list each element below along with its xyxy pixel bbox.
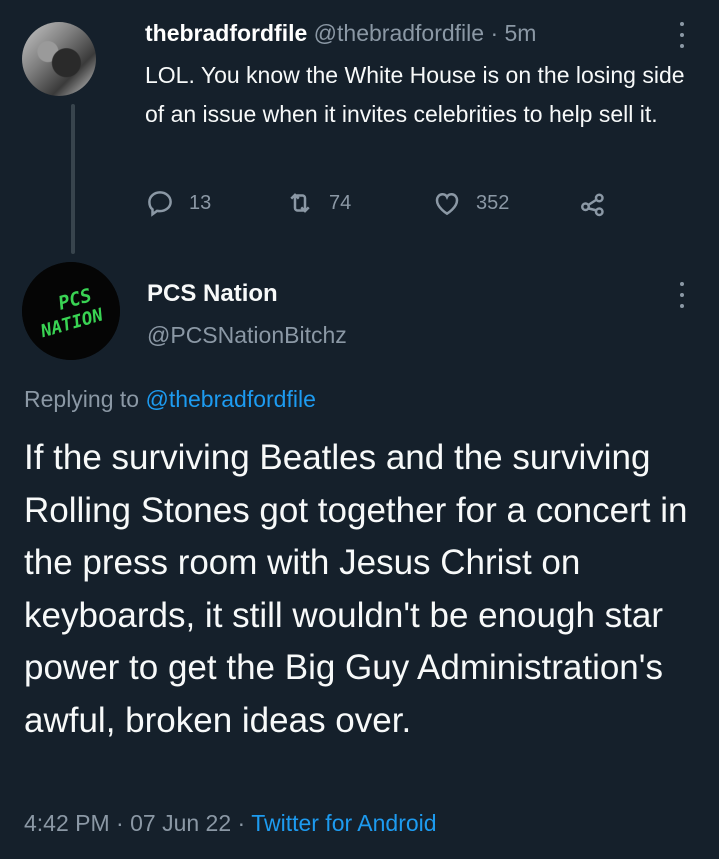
like-count: 352: [476, 191, 510, 214]
meta-separator: ·: [116, 810, 124, 836]
tweet1-text: LOL. You know the White House is on the …: [145, 62, 685, 127]
share-button[interactable]: [578, 188, 608, 218]
tweet2-author-name[interactable]: PCS Nation: [147, 280, 278, 308]
share-icon: [581, 193, 604, 217]
tweet1-author-name[interactable]: thebradfordfile: [145, 20, 307, 46]
tweet2-text: If the surviving Beatles and the survivi…: [24, 438, 688, 740]
tweet2-author-handle[interactable]: @PCSNationBitchz: [147, 322, 347, 349]
reply-button[interactable]: 13: [145, 188, 211, 218]
tweet2-metadata: 4:42 PM · 07 Jun 22 · Twitter for Androi…: [24, 810, 437, 837]
meta-separator: ·: [237, 810, 246, 836]
tweet2-time[interactable]: 4:42 PM: [24, 810, 110, 836]
like-button[interactable]: 352: [432, 188, 509, 218]
retweet-button[interactable]: 74: [285, 188, 351, 218]
reply-count: 13: [189, 191, 212, 214]
more-icon: [676, 282, 688, 308]
replying-to: Replying to @thebradfordfile: [24, 386, 316, 413]
retweet-count: 74: [329, 191, 352, 214]
tweet2-source-link[interactable]: Twitter for Android: [251, 810, 436, 836]
tweet1-timestamp[interactable]: 5m: [505, 20, 537, 46]
tweet2-date[interactable]: 07 Jun 22: [130, 810, 231, 836]
reply-icon: [148, 191, 172, 217]
replying-to-handle-link[interactable]: @thebradfordfile: [145, 386, 315, 412]
retweet-icon: [290, 193, 310, 213]
thebradfordfile-avatar[interactable]: [22, 22, 96, 96]
pcs-nation-avatar[interactable]: PCS NATION: [22, 262, 120, 360]
tweet1-separator: ·: [490, 20, 499, 46]
replying-to-label: Replying to: [24, 386, 140, 412]
tweet1-header: thebradfordfile @thebradfordfile · 5m: [145, 20, 536, 47]
thread-connector-line: [71, 104, 75, 254]
tweet2-more-button[interactable]: [676, 282, 688, 308]
heart-icon: [435, 192, 459, 216]
tweet1-more-button[interactable]: [676, 22, 688, 48]
more-icon: [676, 22, 688, 48]
tweet1-author-handle[interactable]: @thebradfordfile: [314, 20, 484, 46]
